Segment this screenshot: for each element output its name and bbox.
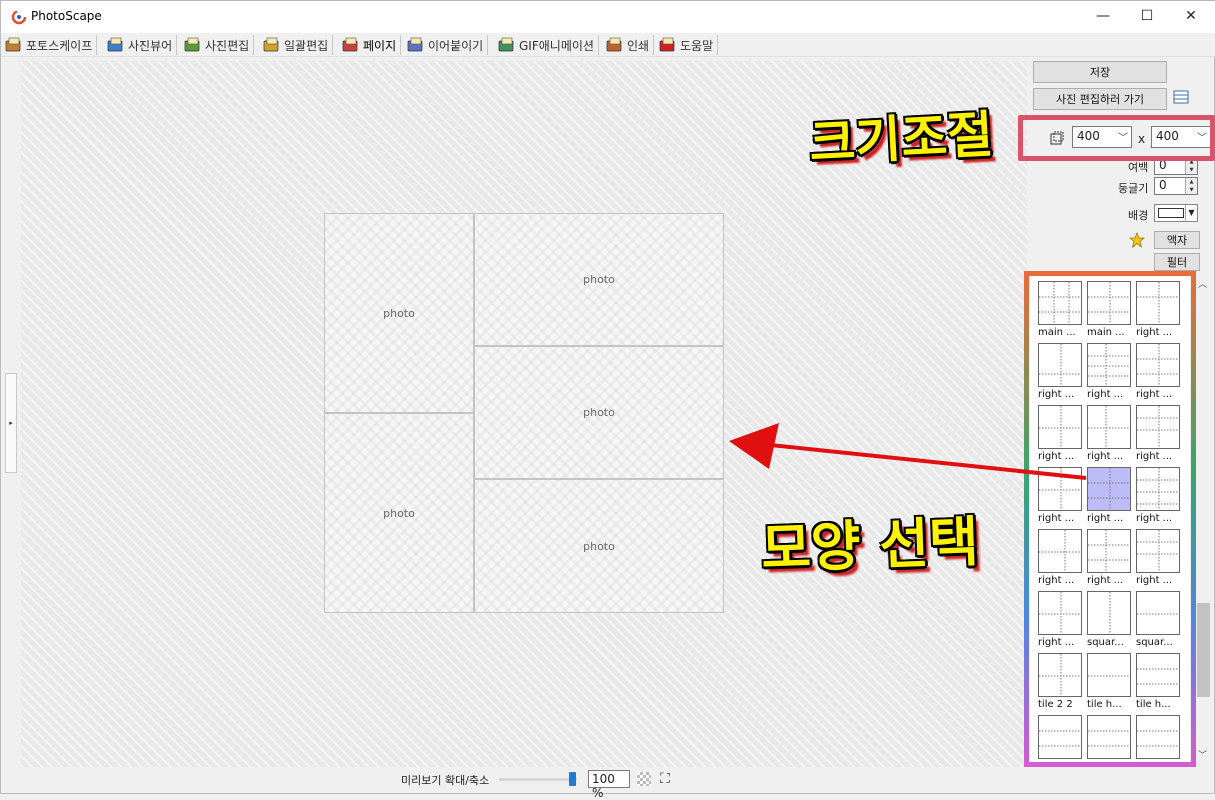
tab-page-icon — [342, 37, 360, 53]
photoscape-logo-icon — [11, 9, 27, 25]
tab-editor[interactable]: 사진편집 — [182, 35, 255, 55]
red-arrow-icon — [729, 423, 1087, 480]
background-color-picker[interactable]: ▼ — [1154, 204, 1198, 222]
background-color-swatch — [1158, 208, 1184, 218]
photo-cell[interactable]: photo — [474, 479, 724, 613]
photo-cell-label: photo — [383, 506, 415, 520]
fit-to-window-icon[interactable]: ⛶ — [657, 771, 673, 787]
tab-label: 인쇄 — [627, 38, 650, 53]
zoom-slider[interactable] — [499, 772, 577, 786]
tab-editor-icon — [184, 37, 202, 53]
save-button[interactable]: 저장 — [1033, 61, 1167, 83]
scrollbar-thumb[interactable] — [1197, 603, 1210, 697]
close-button[interactable]: ✕ — [1168, 1, 1214, 31]
maximize-button[interactable]: ☐ — [1124, 1, 1170, 31]
window-title: PhotoScape — [31, 9, 102, 23]
zoom-slider-thumb[interactable] — [569, 772, 576, 786]
photo-cell[interactable]: photo — [324, 213, 474, 413]
zoom-value-field[interactable]: 100 % — [588, 770, 630, 800]
rounding-spinner[interactable]: 0 ▲ ▼ — [1154, 177, 1198, 195]
page-preview: photo photo photo photo photo — [324, 213, 724, 613]
tab-batch-icon — [263, 37, 281, 53]
rounding-label: 둥글기 — [1118, 182, 1149, 195]
tab-label: 일괄편집 — [284, 38, 329, 53]
go-edit-button[interactable]: 사진 편집하러 가기 — [1033, 88, 1167, 110]
tab-viewer[interactable]: 사진뷰어 — [105, 35, 178, 55]
tab-label: 페이지 — [363, 38, 397, 53]
photo-cell-label: photo — [383, 306, 415, 320]
layout-list-icon[interactable] — [1173, 89, 1189, 105]
tab-label: GIF애니메이션 — [519, 38, 594, 53]
tab-gif[interactable]: GIF애니메이션 — [496, 35, 599, 55]
tab-page[interactable]: 페이지 — [340, 35, 402, 55]
size-highlight-box — [1018, 115, 1215, 161]
tab-combine[interactable]: 이어붙이기 — [405, 35, 489, 55]
tab-photoscape[interactable]: 포토스케이프 — [3, 35, 98, 55]
annotation-size: 크기조절 — [807, 105, 995, 173]
background-label: 배경 — [1128, 209, 1149, 222]
photo-cell[interactable]: photo — [474, 213, 724, 346]
scroll-up-icon[interactable]: ︿ — [1198, 277, 1207, 290]
photo-cell[interactable]: photo — [324, 413, 474, 613]
left-panel-toggle[interactable]: ▸ — [5, 373, 17, 473]
bottom-bar: 미리보기 확대/축소 100 % ⛶ — [1, 767, 1215, 800]
tab-print-icon — [606, 37, 624, 53]
tab-viewer-icon — [107, 37, 125, 53]
margin-label: 여백 — [1128, 161, 1149, 174]
transparency-grid-icon[interactable] — [637, 772, 651, 786]
tab-gif-icon — [498, 37, 516, 53]
tab-help[interactable]: 도움말 — [657, 35, 719, 55]
tab-label: 포토스케이프 — [26, 38, 93, 53]
tab-help-icon — [659, 37, 677, 53]
tab-print[interactable]: 인쇄 — [604, 35, 655, 55]
tab-combine-icon — [407, 37, 425, 53]
minimize-button[interactable]: — — [1080, 1, 1126, 31]
rounding-value: 0 — [1159, 178, 1167, 192]
tab-bar: 포토스케이프 사진뷰어 사진편집 일괄편집 페이지 이어붙이기 GIF애니메이션… — [1, 33, 1215, 57]
tab-photoscape-icon — [5, 37, 23, 53]
tab-label: 사진뷰어 — [128, 38, 173, 53]
annotation-shape: 모양 선택 — [760, 510, 980, 581]
app-window: PhotoScape — ☐ ✕ 포토스케이프 사진뷰어 사진편집 일괄편집 페… — [0, 0, 1215, 800]
zoom-label: 미리보기 확대/축소 — [401, 774, 490, 787]
frame-button[interactable]: 액자 — [1154, 231, 1200, 249]
star-icon — [1129, 232, 1145, 248]
photo-cell-label: photo — [583, 273, 615, 286]
tab-label: 이어붙이기 — [428, 38, 484, 53]
template-scrollbar[interactable]: ︿ ﹀ — [1195, 275, 1212, 763]
photo-cell-label: photo — [583, 406, 615, 419]
scroll-down-icon[interactable]: ﹀ — [1198, 748, 1207, 761]
photo-cell-label: photo — [583, 539, 615, 553]
filter-button[interactable]: 필터 — [1154, 253, 1200, 271]
dropdown-arrow-icon: ▼ — [1185, 205, 1197, 221]
photo-cell[interactable]: photo — [474, 346, 724, 479]
tab-label: 사진편집 — [205, 38, 250, 53]
spinner-arrows-icon[interactable]: ▲ ▼ — [1185, 178, 1197, 194]
title-bar: PhotoScape — ☐ ✕ — [1, 1, 1215, 33]
tab-label: 도움말 — [680, 38, 714, 53]
template-highlight-box — [1024, 271, 1196, 767]
tab-batch[interactable]: 일괄편집 — [261, 35, 334, 55]
